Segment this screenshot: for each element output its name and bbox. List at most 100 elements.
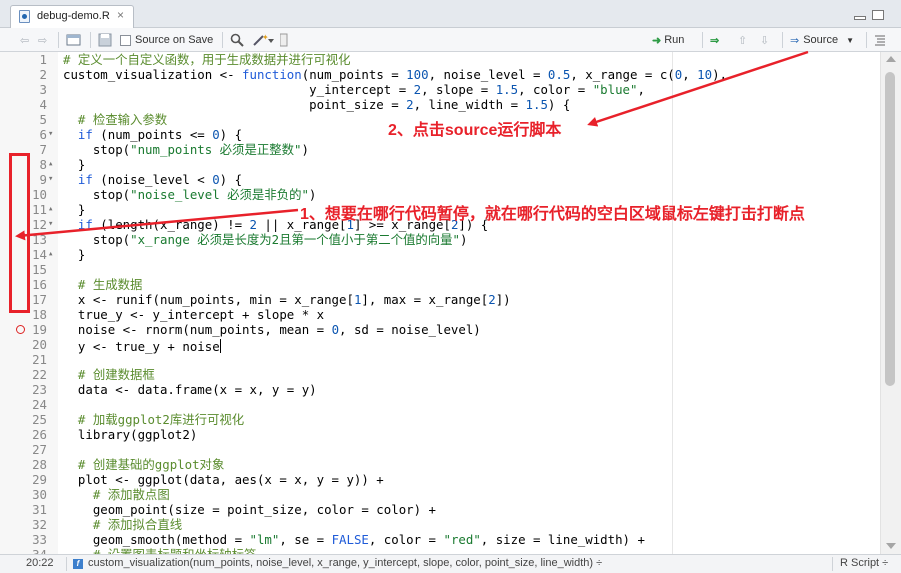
code-line[interactable]: 27 [0,442,880,457]
code-text: data <- data.frame(x = x, y = y) [63,382,317,397]
code-line[interactable]: 3 y_intercept = 2, slope = 1.5, color = … [0,82,880,97]
line-number[interactable]: 20 [0,337,47,352]
code-line[interactable]: 30 # 添加散点图 [0,487,880,502]
code-text: } [63,157,86,172]
fold-toggle-icon[interactable]: ▾ [48,217,53,232]
code-text: if (num_points <= 0) { [77,127,243,142]
line-number[interactable]: 21 [0,352,47,367]
code-line[interactable]: 1 # 定义一个自定义函数，用于生成数据并进行可视化 [0,52,880,67]
source-on-save-label: Source on Save [135,34,214,46]
line-number[interactable]: 30 [0,487,47,502]
code-line[interactable]: 21 [0,352,880,367]
line-number[interactable]: 23 [0,382,47,397]
line-number[interactable]: 25 [0,412,47,427]
go-up-icon[interactable]: ⇧ [738,32,747,48]
run-button[interactable]: ➜ Run [652,32,684,48]
line-number[interactable]: 5 [0,112,47,127]
line-number[interactable]: 24 [0,397,47,412]
line-number[interactable]: 31 [0,502,47,517]
line-number[interactable]: 22 [0,367,47,382]
maximize-pane-icon[interactable] [872,10,884,20]
code-line[interactable]: 33 geom_smooth(method = "lm", se = FALSE… [0,532,880,547]
scroll-up-icon[interactable] [886,56,896,62]
run-arrow-icon: ➜ [652,34,662,47]
close-tab-icon[interactable]: × [117,8,124,22]
code-text: y_intercept = 2, slope = 1.5, color = "b… [63,82,645,97]
source-button[interactable]: ⇒ Source ▼ [790,32,854,48]
code-line[interactable]: 20 y <- true_y + noise [0,337,880,354]
line-number[interactable]: 1 [0,52,47,67]
document-outline-icon[interactable] [874,32,886,48]
code-line[interactable]: 26 library(ggplot2) [0,427,880,442]
magic-wand-icon[interactable]: ✦ [252,32,274,48]
source-on-save-checkbox[interactable]: Source on Save [120,32,213,48]
line-number[interactable]: 29 [0,472,47,487]
code-line[interactable]: 24 [0,397,880,412]
fold-toggle-icon[interactable]: ▾ [48,172,53,187]
code-text: # 创建数据框 [77,367,155,382]
code-line[interactable]: 32 # 添加拟合直线 [0,517,880,532]
code-line[interactable]: 13 stop("x_range 必须是长度为2且第一个值小于第二个值的向量") [0,232,880,247]
code-line[interactable]: 17 x <- runif(num_points, min = x_range[… [0,292,880,307]
go-down-icon[interactable]: ⇩ [760,32,769,48]
fold-toggle-icon[interactable]: ▴ [48,157,53,172]
forward-arrow-icon[interactable]: ⇨ [38,32,47,48]
scroll-down-icon[interactable] [886,543,896,549]
minimize-pane-icon[interactable] [854,16,866,20]
code-line[interactable]: 14 ▴ } [0,247,880,262]
code-text: true_y <- y_intercept + slope * x [63,307,325,322]
code-text: } [63,202,86,217]
vertical-scrollbar[interactable] [880,52,901,554]
line-number[interactable]: 33 [0,532,47,547]
source-label: Source [803,34,839,46]
search-icon[interactable] [230,32,244,48]
fold-toggle-icon[interactable]: ▾ [48,127,53,142]
file-type-selector[interactable]: R Script ÷ [840,557,888,569]
source-dropdown-icon[interactable]: ▼ [846,36,854,45]
line-number[interactable]: 2 [0,67,47,82]
code-text: # 加载ggplot2库进行可视化 [77,412,245,427]
code-line[interactable]: 34 # 设置图表标题和坐标轴标签 [0,547,880,554]
fold-toggle-icon[interactable]: ▴ [48,247,53,262]
file-tab[interactable]: debug-demo.R × [10,5,134,28]
code-line[interactable]: 8 ▴ } [0,157,880,172]
function-navigator[interactable]: custom_visualization(num_points, noise_l… [88,557,602,569]
rerun-icon[interactable]: ⇒ [710,32,719,48]
code-line[interactable]: 28 # 创建基础的ggplot对象 [0,457,880,472]
code-text: noise <- rnorm(num_points, mean = 0, sd … [63,322,481,337]
annotation-step-1: 1、想要在哪行代码暂停，就在哪行代码的空白区域鼠标左键打击打断点 [300,206,805,223]
code-line[interactable]: 16 # 生成数据 [0,277,880,292]
code-line[interactable]: 7 stop("num_points 必须是正整数") [0,142,880,157]
line-number[interactable]: 28 [0,457,47,472]
line-number[interactable]: 32 [0,517,47,532]
code-line[interactable]: 23 data <- data.frame(x = x, y = y) [0,382,880,397]
compile-report-icon[interactable] [280,32,288,48]
code-line[interactable]: 2 custom_visualization <- function(num_po… [0,67,880,82]
line-number[interactable]: 4 [0,97,47,112]
code-line[interactable]: 4 point_size = 2, line_width = 1.5) { [0,97,880,112]
breakpoint-icon[interactable] [16,325,25,334]
line-number[interactable]: 6 [0,127,47,142]
code-line[interactable]: 19 noise <- rnorm(num_points, mean = 0, … [0,322,880,337]
line-number[interactable]: 26 [0,427,47,442]
line-number[interactable]: 3 [0,82,47,97]
status-bar: 20:22 f custom_visualization(num_points,… [0,554,901,573]
code-line[interactable]: 29 plot <- ggplot(data, aes(x = x, y = y… [0,472,880,487]
code-text: library(ggplot2) [63,427,198,442]
scrollbar-thumb[interactable] [885,72,895,386]
save-icon[interactable] [98,32,112,48]
code-text: # 添加散点图 [92,487,170,502]
code-line[interactable]: 15 [0,262,880,277]
fold-toggle-icon[interactable]: ▴ [48,202,53,217]
code-line[interactable]: 9 ▾ if (noise_level < 0) { [0,172,880,187]
code-line[interactable]: 22 # 创建数据框 [0,367,880,382]
show-in-window-icon[interactable] [66,32,82,48]
annotation-step-2: 2、点击source运行脚本 [388,122,562,139]
code-line[interactable]: 18 true_y <- y_intercept + slope * x [0,307,880,322]
code-line[interactable]: 25 # 加载ggplot2库进行可视化 [0,412,880,427]
code-line[interactable]: 31 geom_point(size = point_size, color =… [0,502,880,517]
back-arrow-icon[interactable]: ⇦ [20,32,29,48]
line-number[interactable]: 34 [0,547,47,554]
line-number[interactable]: 27 [0,442,47,457]
source-on-save-box[interactable] [120,34,131,46]
